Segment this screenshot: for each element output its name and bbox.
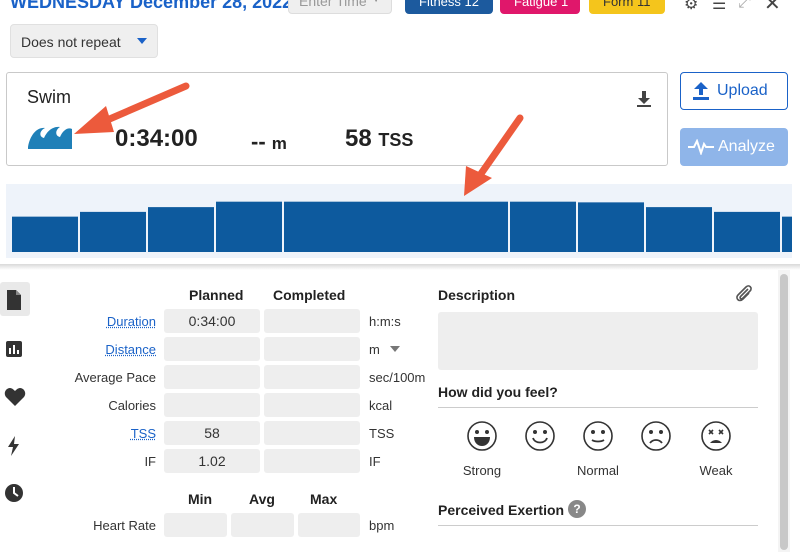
- completed-header: Completed: [273, 287, 346, 303]
- exertion-title: Perceived Exertion: [438, 502, 565, 518]
- duration-label[interactable]: Duration: [16, 314, 156, 329]
- pace-label: Average Pace: [74, 370, 156, 385]
- feel-strong[interactable]: Strong: [452, 420, 512, 478]
- chevron-down-icon[interactable]: [390, 346, 400, 352]
- distance-label[interactable]: Distance: [16, 342, 156, 357]
- feel-good[interactable]: [510, 420, 570, 463]
- help-icon[interactable]: ?: [568, 500, 586, 518]
- arrow-to-graph: [474, 114, 524, 182]
- annotation-arrows: [74, 82, 524, 196]
- if-label: IF: [144, 454, 156, 469]
- arrow-to-swim-icon: [94, 82, 190, 128]
- distance-planned[interactable]: [164, 337, 260, 361]
- dizzy-face-icon: [701, 421, 731, 451]
- feel-strong-label: Strong: [462, 463, 502, 478]
- pace-completed[interactable]: [264, 365, 360, 389]
- duration-completed[interactable]: [264, 309, 360, 333]
- tss-completed[interactable]: [264, 421, 360, 445]
- pace-planned[interactable]: [164, 365, 260, 389]
- if-completed[interactable]: [264, 449, 360, 473]
- big-smile-icon: [467, 421, 497, 451]
- if-unit: IF: [369, 454, 381, 469]
- scrollbar[interactable]: [778, 270, 790, 552]
- calories-label: Calories: [108, 398, 156, 413]
- min-header: Min: [188, 491, 213, 507]
- hr-min[interactable]: [164, 513, 227, 537]
- feel-normal-label: Normal: [577, 463, 619, 478]
- avg-header: Avg: [249, 491, 275, 507]
- paperclip-icon[interactable]: [734, 284, 754, 304]
- exertion-divider: [438, 525, 758, 526]
- hr-avg[interactable]: [231, 513, 294, 537]
- calories-planned[interactable]: [164, 393, 260, 417]
- hr-unit: bpm: [369, 518, 395, 533]
- heart-rate-label: Heart Rate: [93, 518, 156, 533]
- feel-title: How did you feel?: [438, 384, 558, 400]
- clock-icon: [5, 484, 23, 502]
- duration-unit: h:m:s: [369, 314, 401, 329]
- distance-unit-select[interactable]: m: [369, 342, 380, 357]
- arrow-head-graph: [464, 166, 492, 196]
- feel-poor[interactable]: [626, 420, 686, 463]
- feel-weak[interactable]: Weak: [686, 420, 746, 478]
- frown-icon: [641, 421, 671, 451]
- slight-smile-icon: [583, 421, 613, 451]
- feel-divider: [438, 407, 758, 408]
- tss-label[interactable]: TSS: [16, 426, 156, 441]
- description-title: Description: [438, 287, 516, 303]
- section-divider: [0, 264, 800, 270]
- if-planned[interactable]: 1.02: [164, 449, 260, 473]
- distance-completed[interactable]: [264, 337, 360, 361]
- feel-weak-label: Weak: [699, 463, 733, 478]
- hr-max[interactable]: [298, 513, 360, 537]
- max-header: Max: [310, 491, 338, 507]
- duration-planned[interactable]: 0:34:00: [164, 309, 260, 333]
- calories-unit: kcal: [369, 398, 393, 413]
- calories-completed[interactable]: [264, 393, 360, 417]
- nav-summary[interactable]: [0, 282, 30, 316]
- description-input[interactable]: [438, 312, 758, 370]
- smile-icon: [525, 421, 555, 451]
- nav-history[interactable]: [0, 476, 30, 510]
- tss-unit: TSS: [369, 426, 395, 441]
- planned-header: Planned: [189, 287, 244, 303]
- scrollbar-thumb[interactable]: [780, 274, 788, 550]
- pace-unit: sec/100m: [369, 370, 426, 385]
- document-icon: [7, 290, 21, 310]
- arrow-head-swim: [74, 106, 114, 134]
- feel-normal[interactable]: Normal: [568, 420, 628, 478]
- tss-planned[interactable]: 58: [164, 421, 260, 445]
